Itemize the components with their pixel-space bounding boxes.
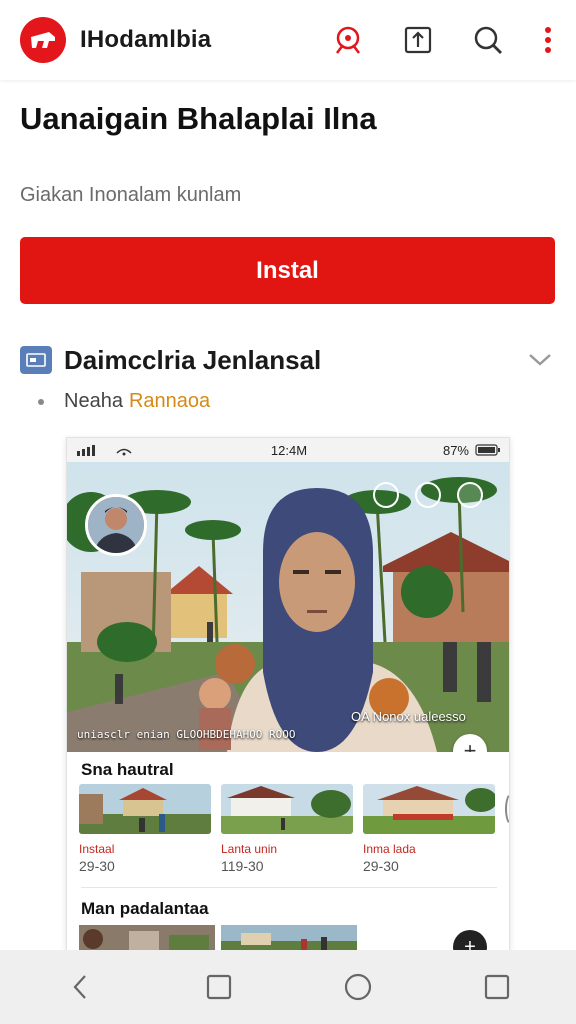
thumb-item[interactable]: Lanta unin 119-30 bbox=[221, 784, 353, 874]
page-subtitle: Giakan Inonalam kunlam bbox=[20, 184, 242, 206]
app-logo-icon[interactable] bbox=[20, 17, 66, 63]
user-icon[interactable] bbox=[415, 482, 441, 508]
recents-square-icon[interactable] bbox=[477, 967, 517, 1007]
app-screen: IHodamlbia Uanaigain Bhalaplai Ilna Giak… bbox=[0, 0, 576, 1024]
location-pin-icon[interactable] bbox=[330, 22, 366, 58]
meta-label: Neaha bbox=[64, 390, 123, 412]
top-actions bbox=[330, 22, 556, 58]
section-header[interactable]: Daimcclria Jenlansal bbox=[20, 342, 555, 378]
top-app-bar: IHodamlbia bbox=[0, 0, 576, 80]
square-icon[interactable] bbox=[199, 967, 239, 1007]
hero-caption: uniasclr enian GLOOHBDEHAHOO ROOO bbox=[77, 728, 296, 741]
thumb-image[interactable] bbox=[221, 925, 357, 951]
row1-thumbs: Instaal 29-30 Lanta unin 119-30 Inma lad… bbox=[79, 784, 509, 874]
thumb-image[interactable] bbox=[79, 925, 215, 951]
row2-thumbs bbox=[79, 925, 357, 951]
hero-image[interactable]: OA Nonox ualeesso uniasclr enian GLOOHBD… bbox=[67, 462, 509, 752]
page-title: Uanaigain Bhalaplai Ilna bbox=[20, 101, 377, 136]
status-time: 12:4M bbox=[270, 442, 308, 458]
chevron-down-icon[interactable] bbox=[525, 345, 555, 375]
thumb-item[interactable]: Instaal 29-30 bbox=[79, 784, 211, 874]
install-button[interactable]: Instal bbox=[20, 237, 555, 304]
home-circle-icon[interactable] bbox=[338, 967, 378, 1007]
thumb-label: Lanta unin bbox=[221, 842, 278, 856]
divider bbox=[81, 887, 497, 888]
clock-icon[interactable] bbox=[373, 482, 399, 508]
thumb-label: Instaal bbox=[79, 842, 115, 856]
app-title: IHodamlbia bbox=[80, 26, 212, 53]
more-vert-icon[interactable] bbox=[540, 22, 556, 58]
thumb-image bbox=[79, 784, 211, 834]
chevron-right-icon[interactable] bbox=[505, 792, 509, 826]
thumb-image bbox=[221, 784, 353, 834]
thumb-meta: 29-30 bbox=[79, 858, 115, 874]
search-icon[interactable] bbox=[470, 22, 506, 58]
row1-title: Sna hautral bbox=[81, 760, 174, 779]
hero-tag: OA Nonox ualeesso bbox=[351, 709, 466, 724]
row2-title: Man padalantaa bbox=[81, 899, 209, 918]
section-meta: Neaha Rannaoa bbox=[38, 390, 210, 413]
thumb-label: Inma lada bbox=[363, 842, 416, 856]
avatar[interactable] bbox=[85, 494, 147, 556]
thumb-item[interactable]: Inma lada 29-30 bbox=[363, 784, 495, 874]
system-nav-bar bbox=[0, 950, 576, 1024]
status-bar: 12:4M 87% bbox=[67, 438, 509, 462]
bullet-icon bbox=[38, 398, 44, 405]
meta-highlight[interactable]: Rannaoa bbox=[129, 390, 210, 413]
notification-icon[interactable] bbox=[457, 482, 483, 508]
thumb-image bbox=[363, 784, 495, 834]
share-box-icon[interactable] bbox=[400, 22, 436, 58]
add-fab-icon[interactable]: + bbox=[453, 930, 487, 951]
section-title: Daimcclria Jenlansal bbox=[64, 344, 322, 375]
card-icon bbox=[20, 346, 52, 374]
app-preview-card[interactable]: 12:4M 87% OA Nonox ualeesso uniasclr eni… bbox=[66, 437, 510, 952]
thumb-meta: 29-30 bbox=[363, 858, 399, 874]
thumb-meta: 119-30 bbox=[221, 858, 264, 874]
back-icon[interactable] bbox=[60, 967, 100, 1007]
